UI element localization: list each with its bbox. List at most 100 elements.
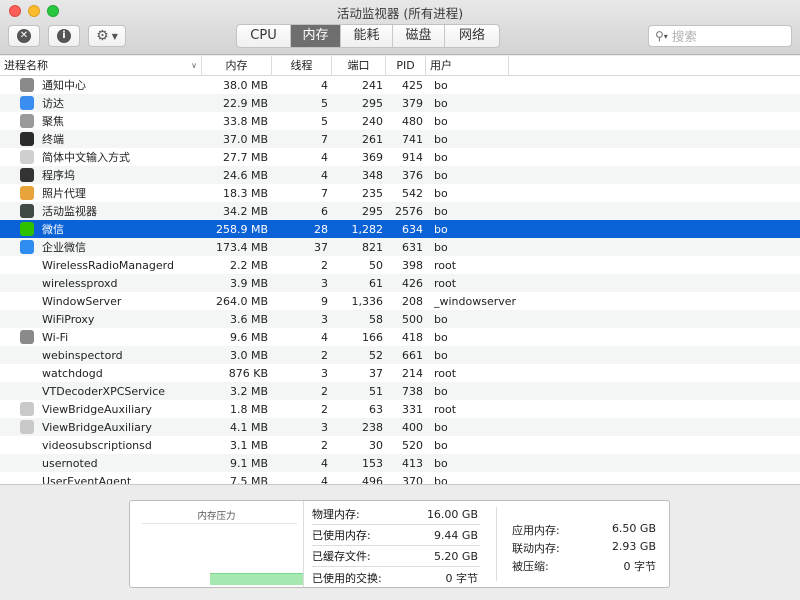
cell-pid: 426 [402,276,423,290]
table-row[interactable]: VTDecoderXPCService 3.2 MB 2 51 738 bo [0,382,800,400]
info-icon: i [57,29,71,43]
cell-memory: 9.6 MB [229,330,268,344]
table-row[interactable]: 照片代理 18.3 MB 7 235 542 bo [0,184,800,202]
process-name: 访达 [42,97,64,110]
stop-process-button[interactable]: ✕ [8,25,40,47]
stat-value: 9.44 GB [433,528,478,542]
cell-threads: 2 [321,348,328,362]
cell-threads: 4 [321,330,328,344]
window-title: 活动监视器 (所有进程) [336,6,464,21]
table-row[interactable]: 通知中心 38.0 MB 4 241 425 bo [0,76,800,94]
chevron-down-icon: ▼ [111,31,118,41]
table-row[interactable]: 微信 258.9 MB 28 1,282 634 bo [0,220,800,238]
cell-user: root [434,402,457,416]
cell-threads: 5 [321,96,328,110]
table-row[interactable]: UserEventAgent 7.5 MB 4 496 370 bo [0,472,800,485]
sort-descending-icon: ∨ [191,61,197,70]
toolbar: 活动监视器 (所有进程) ✕ i ⚙ ▼ CPU 内存 能耗 磁盘 网络 ⚲ ▾ [0,0,800,55]
cell-pid: 370 [402,474,423,485]
cell-process-name: UserEventAgent [0,475,202,485]
table-row[interactable]: 简体中文输入方式 27.7 MB 4 369 914 bo [0,148,800,166]
table-row[interactable]: WindowServer 264.0 MB 9 1,336 208 _windowserv… [0,292,800,310]
table-row[interactable]: wirelessproxd 3.9 MB 3 61 426 root [0,274,800,292]
process-name: 聚焦 [42,115,64,128]
table-row[interactable]: Wi-Fi 9.6 MB 4 166 418 bo [0,328,800,346]
cell-process-name: videosubscriptionsd [0,439,202,452]
cell-ports: 238 [362,420,383,434]
memory-pressure-divider [142,523,297,524]
cell-user: bo [434,168,448,182]
table-row[interactable]: WiFiProxy 3.6 MB 3 58 500 bo [0,310,800,328]
cell-threads: 3 [321,276,328,290]
table-row[interactable]: 活动监视器 34.2 MB 6 295 2576 bo [0,202,800,220]
finder-icon [20,96,34,110]
column-header-pid[interactable]: PID [386,56,426,76]
cell-user: bo [434,438,448,452]
column-header-filler [509,56,800,76]
cell-memory: 24.6 MB [222,168,268,182]
table-row[interactable]: 终端 37.0 MB 7 261 741 bo [0,130,800,148]
cell-ports: 37 [369,366,383,380]
inspect-process-button[interactable]: i [48,25,80,47]
table-row[interactable]: watchdogd 876 KB 3 37 214 root [0,364,800,382]
cell-pid: 331 [402,402,423,416]
wifi-app-icon [20,330,34,344]
cell-pid: 914 [402,150,423,164]
action-menu-button[interactable]: ⚙ ▼ [88,25,126,47]
cell-pid: 413 [402,456,423,470]
wecom-icon [20,240,34,254]
cell-memory: 3.0 MB [229,348,268,362]
cell-user: bo [434,348,448,362]
search-input[interactable] [671,28,782,44]
table-row[interactable]: 企业微信 173.4 MB 37 821 631 bo [0,238,800,256]
stop-process-icon: ✕ [17,29,31,43]
table-row[interactable]: ViewBridgeAuxiliary 4.1 MB 3 238 400 bo [0,418,800,436]
cell-ports: 1,282 [351,222,384,236]
column-header-threads[interactable]: 线程 [272,56,332,76]
table-header: 进程名称 ∨ 内存 线程 端口 PID 用户 [0,56,800,76]
gear-icon: ⚙ [96,28,109,44]
tab-memory[interactable]: 内存 [291,25,341,47]
tab-network[interactable]: 网络 [445,25,499,47]
cell-ports: 63 [369,402,383,416]
memory-pressure-label: 内存压力 [197,511,236,522]
tab-energy[interactable]: 能耗 [341,25,393,47]
column-header-name[interactable]: 进程名称 ∨ [0,56,202,76]
table-row[interactable]: 聚焦 33.8 MB 5 240 480 bo [0,112,800,130]
tab-cpu[interactable]: CPU [237,25,291,47]
cell-pid: 500 [402,312,423,326]
tab-disk[interactable]: 磁盘 [393,25,445,47]
table-row[interactable]: 访达 22.9 MB 5 295 379 bo [0,94,800,112]
cell-threads: 3 [321,366,328,380]
search-field[interactable]: ⚲ ▾ [648,25,792,47]
cell-user: bo [434,96,448,110]
cell-pid: 376 [402,168,423,182]
cell-ports: 241 [362,78,383,92]
column-header-user[interactable]: 用户 [426,56,509,76]
column-header-memory[interactable]: 内存 [202,56,272,76]
spotlight-icon [20,114,34,128]
process-rows: 通知中心 38.0 MB 4 241 425 bo 访达 22.9 MB 5 295 379 bo 聚焦… [0,76,800,484]
cell-threads: 4 [321,150,328,164]
table-row[interactable]: videosubscriptionsd 3.1 MB 2 30 520 bo [0,436,800,454]
table-row[interactable]: WirelessRadioManagerd 2.2 MB 2 50 398 root [0,256,800,274]
column-header-ports[interactable]: 端口 [332,56,386,76]
table-row[interactable]: 程序坞 24.6 MB 4 348 376 bo [0,166,800,184]
cell-process-name: watchdogd [0,367,202,380]
cell-ports: 50 [369,258,383,272]
cell-pid: 661 [402,348,423,362]
process-name: usernoted [42,456,98,470]
cell-memory: 22.9 MB [222,96,268,110]
terminal-icon [20,132,34,146]
cell-process-name: VTDecoderXPCService [0,385,202,398]
cell-memory: 2.2 MB [229,258,268,272]
viewbridge-icon [20,420,34,434]
table-row[interactable]: ViewBridgeAuxiliary 1.8 MB 2 63 331 root [0,400,800,418]
stat-compressed: 被压缩: 0 字节 [512,558,656,576]
cell-ports: 153 [362,456,383,470]
process-name: WindowServer [42,294,122,308]
search-options-chevron-icon[interactable]: ▾ [664,32,668,41]
table-row[interactable]: usernoted 9.1 MB 4 153 413 bo [0,454,800,472]
cell-user: root [434,276,457,290]
table-row[interactable]: webinspectord 3.0 MB 2 52 661 bo [0,346,800,364]
